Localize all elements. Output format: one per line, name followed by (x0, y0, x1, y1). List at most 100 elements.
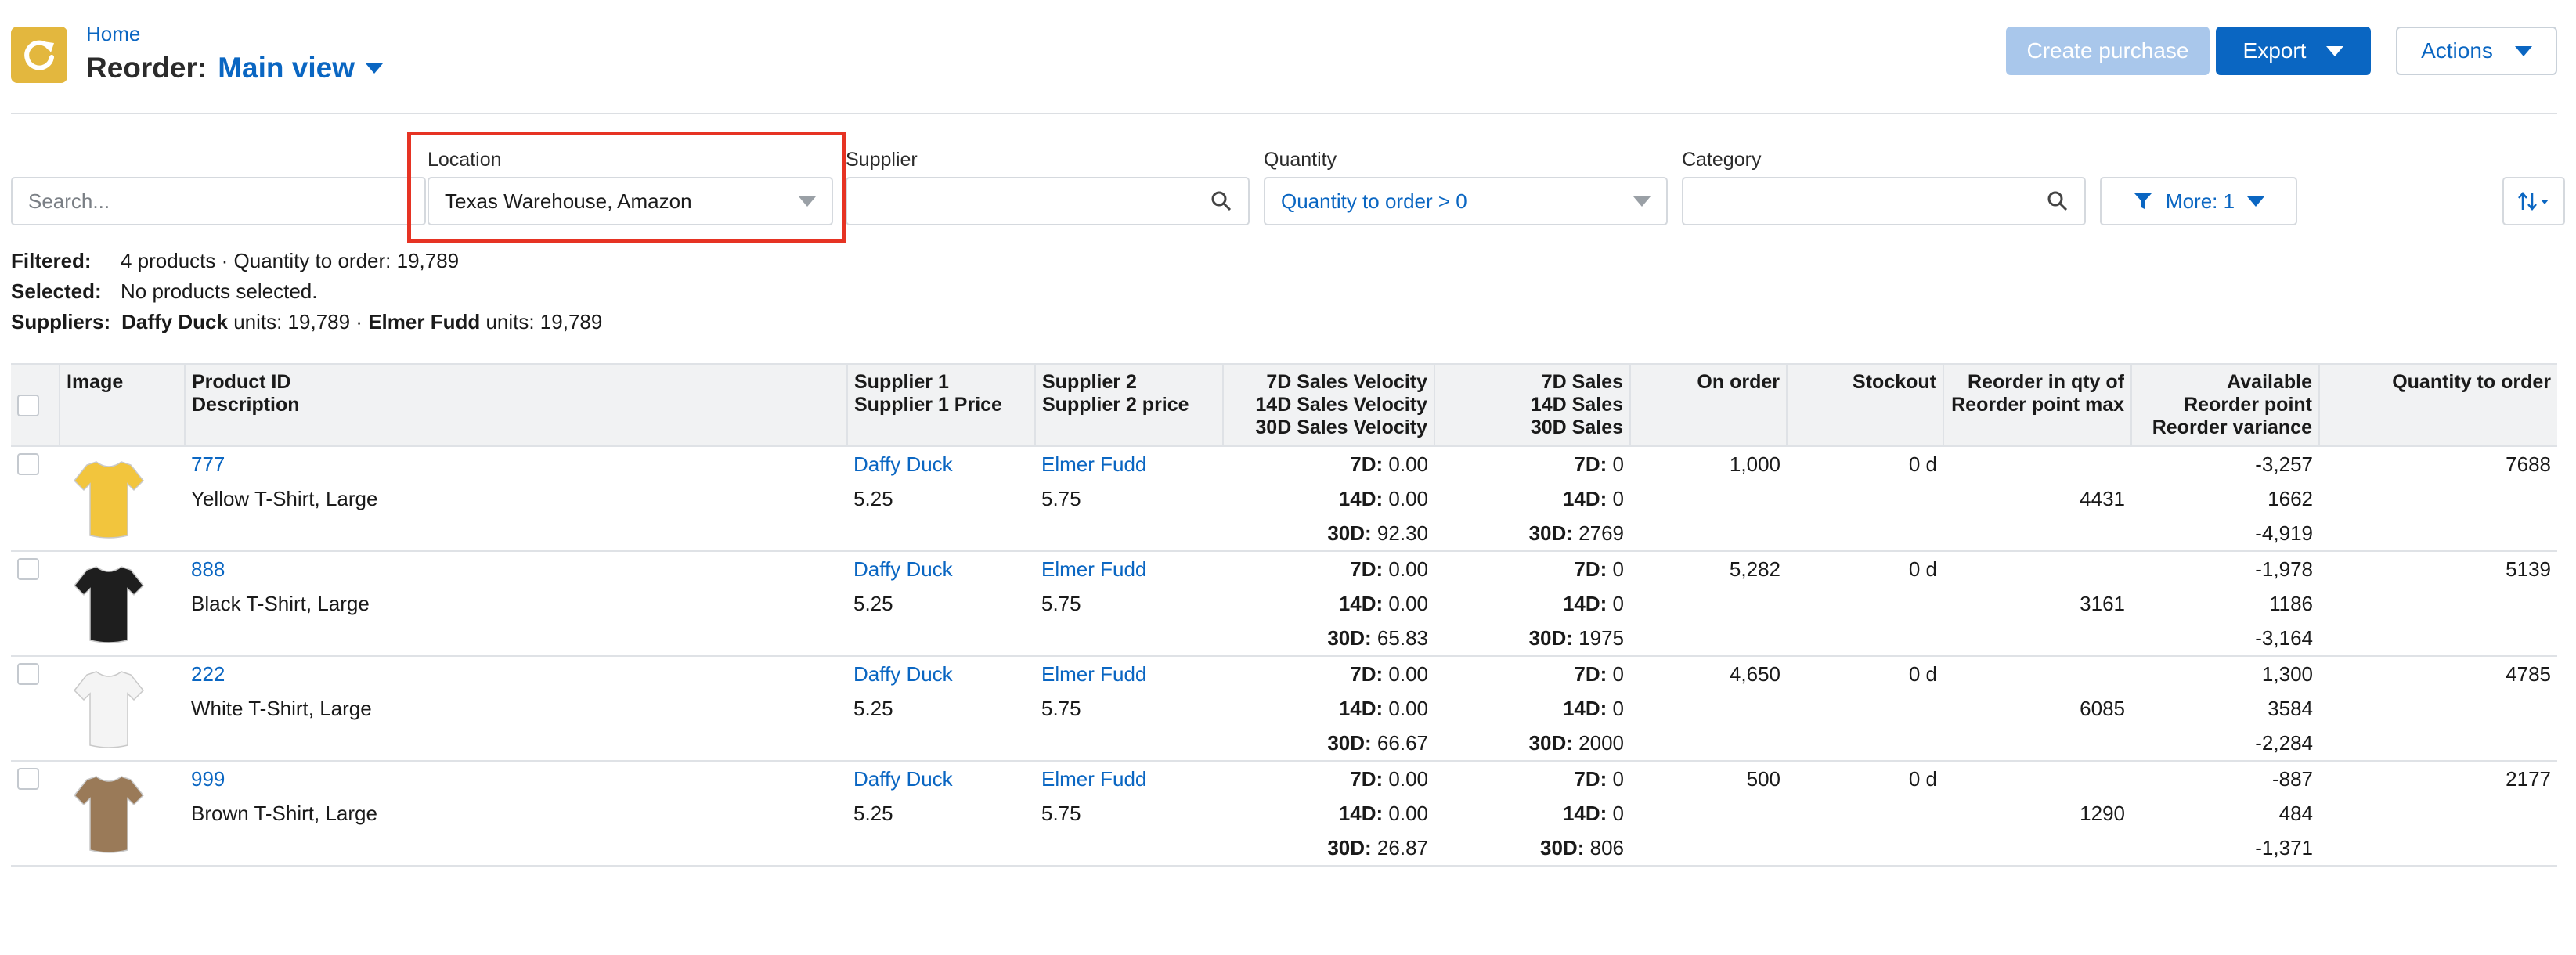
supplier1-header-label[interactable]: Supplier 1 (854, 371, 1028, 394)
reorder-variance-header[interactable]: Reorder variance (2138, 416, 2312, 439)
supplier2-link[interactable]: Elmer Fudd (1041, 447, 1217, 481)
quantity-select[interactable]: Quantity to order > 0 (1264, 177, 1668, 225)
chevron-down-icon (799, 196, 816, 207)
product-image[interactable] (66, 663, 152, 755)
supplier-label: Supplier (846, 149, 918, 171)
category-input[interactable] (1682, 177, 2086, 225)
on-order-value: 500 (1746, 767, 1780, 791)
product-id-header[interactable]: Product ID (192, 371, 840, 394)
export-button[interactable]: Export (2216, 27, 2371, 75)
table-row[interactable]: 222 White T-Shirt, Large Daffy Duck 5.25… (11, 656, 2557, 762)
reorder-point-header[interactable]: Reorder point (2138, 394, 2312, 416)
row-checkbox[interactable] (17, 558, 39, 580)
supplier-input[interactable] (846, 177, 1250, 225)
supplier2-cell: Elmer Fudd 5.75 (1035, 551, 1223, 657)
available-header: Available Reorder point Reorder variance (2130, 363, 2319, 447)
reorder-cell: 3161 (1943, 551, 2131, 657)
supplier2-link[interactable]: Elmer Fudd (1041, 552, 1217, 586)
reorder-point-max-value: 1290 (2080, 802, 2125, 825)
chevron-down-icon[interactable] (365, 63, 383, 74)
row-checkbox[interactable] (17, 663, 39, 685)
on-order-cell: 500 (1630, 761, 1787, 867)
supplier2-header-label[interactable]: Supplier 2 (1042, 371, 1216, 394)
actions-button[interactable]: Actions (2396, 27, 2557, 75)
velocity30-value: 65.83 (1376, 626, 1428, 650)
velocity7-value: 0.00 (1388, 662, 1428, 686)
view-selector[interactable]: Main view (218, 52, 355, 85)
stockout-cell: 0 d (1787, 656, 1943, 762)
chevron-down-icon (2326, 45, 2344, 56)
location-select[interactable]: Texas Warehouse, Amazon (428, 177, 833, 225)
velocity30-header[interactable]: 30D Sales Velocity (1230, 416, 1427, 439)
stockout-header-label[interactable]: Stockout (1794, 371, 1936, 394)
qty-to-order-header-label[interactable]: Quantity to order (2326, 371, 2551, 394)
velocity14-header[interactable]: 14D Sales Velocity (1230, 394, 1427, 416)
supplier1-link[interactable]: Daffy Duck (853, 447, 1029, 481)
velocity7-label: 7D: (1350, 452, 1384, 476)
suppliers-summary: Suppliers: Daffy Duck units: 19,789 · El… (11, 310, 602, 334)
sales30-value: 806 (1589, 836, 1624, 860)
product-id-link[interactable]: 999 (191, 762, 841, 796)
create-purchase-button[interactable]: Create purchase (2006, 27, 2210, 75)
select-all-header (11, 363, 60, 447)
sales7-header[interactable]: 7D Sales (1441, 371, 1623, 394)
qty-to-order-value[interactable]: 5139 (2325, 552, 2551, 586)
qty-to-order-value[interactable]: 4785 (2325, 657, 2551, 691)
chevron-down-icon (2247, 196, 2265, 207)
qty-to-order-value[interactable]: 2177 (2325, 762, 2551, 796)
row-checkbox[interactable] (17, 453, 39, 475)
more-filters-button[interactable]: More: 1 (2100, 177, 2297, 225)
reorder-in-qty-header[interactable]: Reorder in qty of (1950, 371, 2124, 394)
select-all-checkbox[interactable] (17, 395, 39, 416)
breadcrumb-home[interactable]: Home (86, 22, 140, 46)
on-order-cell: 1,000 (1630, 446, 1787, 552)
reorder-point-value: 484 (2278, 802, 2313, 825)
sort-button[interactable] (2502, 177, 2565, 225)
on-order-header-label[interactable]: On order (1637, 371, 1780, 394)
sales30-header[interactable]: 30D Sales (1441, 416, 1623, 439)
product-image[interactable] (66, 558, 152, 650)
available-value: -1,978 (2255, 557, 2313, 581)
stockout-value: 0 d (1908, 557, 1937, 581)
supplier1-link[interactable]: Daffy Duck (853, 552, 1029, 586)
app-logo[interactable] (11, 27, 67, 83)
supplier2-link[interactable]: Elmer Fudd (1041, 762, 1217, 796)
reorder-cell: 1290 (1943, 761, 2131, 867)
table-row[interactable]: 777 Yellow T-Shirt, Large Daffy Duck 5.2… (11, 446, 2557, 552)
product-id-link[interactable]: 222 (191, 657, 841, 691)
reorder-header: Reorder in qty of Reorder point max (1943, 363, 2131, 447)
supplier2-link[interactable]: Elmer Fudd (1041, 657, 1217, 691)
velocity14-value: 0.00 (1388, 487, 1428, 510)
product-image[interactable] (66, 768, 152, 860)
qty-to-order-cell: 4785 (2319, 656, 2557, 762)
qty-to-order-value[interactable]: 7688 (2325, 447, 2551, 481)
table-row[interactable]: 888 Black T-Shirt, Large Daffy Duck 5.25… (11, 551, 2557, 657)
table-row[interactable]: 999 Brown T-Shirt, Large Daffy Duck 5.25… (11, 761, 2557, 867)
location-label: Location (428, 149, 502, 171)
product-description: Black T-Shirt, Large (191, 592, 370, 615)
velocity7-value: 0.00 (1388, 767, 1428, 791)
available-cell: -887 484 -1,371 (2131, 761, 2319, 867)
available-header-label[interactable]: Available (2138, 371, 2312, 394)
search-input[interactable]: Search... (11, 177, 426, 225)
reorder-point-max-value: 6085 (2080, 697, 2125, 720)
supplier1-link[interactable]: Daffy Duck (853, 657, 1029, 691)
supplier1-cell: Daffy Duck 5.25 (847, 761, 1035, 867)
supplier1-link[interactable]: Daffy Duck (853, 762, 1029, 796)
product-id-link[interactable]: 888 (191, 552, 841, 586)
reorder-point-max-header[interactable]: Reorder point max (1950, 394, 2124, 416)
supplier1-price-header[interactable]: Supplier 1 Price (854, 394, 1028, 416)
velocity14-label: 14D: (1338, 802, 1384, 825)
sales14-header[interactable]: 14D Sales (1441, 394, 1623, 416)
velocity30-label: 30D: (1327, 521, 1372, 545)
sales30-label: 30D: (1528, 521, 1573, 545)
supplier2-price-header[interactable]: Supplier 2 price (1042, 394, 1216, 416)
available-value: 1,300 (2261, 662, 2313, 686)
on-order-cell: 5,282 (1630, 551, 1787, 657)
description-header[interactable]: Description (192, 394, 840, 416)
reorder-cell: 6085 (1943, 656, 2131, 762)
product-image[interactable] (66, 453, 152, 546)
product-id-link[interactable]: 777 (191, 447, 841, 481)
velocity7-header[interactable]: 7D Sales Velocity (1230, 371, 1427, 394)
row-checkbox[interactable] (17, 768, 39, 790)
